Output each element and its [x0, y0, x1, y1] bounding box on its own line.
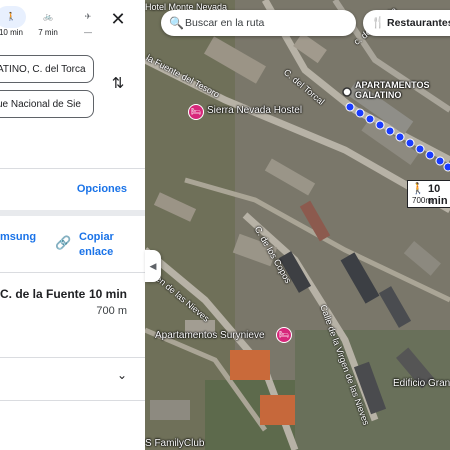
section-divider	[0, 210, 145, 216]
travel-mode-plane-time: —	[84, 28, 92, 37]
link-icon: 🔗	[55, 235, 72, 250]
poi-label-galatino[interactable]: APARTAMENTOS GALATINO	[355, 80, 445, 100]
poi-label-hostel[interactable]: Sierra Nevada Hostel	[207, 105, 302, 116]
poi-label-surynieve[interactable]: Apartamentos Surynieve	[155, 330, 265, 341]
hotel-icon[interactable]: 🛏	[276, 327, 292, 343]
plane-icon: ✈	[84, 12, 92, 21]
walk-icon: 🚶	[411, 183, 425, 195]
search-icon: 🔍	[169, 16, 184, 30]
swap-icon: ⇅	[111, 75, 125, 92]
search-along-route-input[interactable]: 🔍 Buscar en la ruta	[161, 10, 356, 36]
divider	[0, 272, 145, 273]
options-button[interactable]: Opciones	[77, 183, 127, 195]
restaurants-chip[interactable]: 🍴 Restaurantes	[363, 10, 450, 36]
destination-input[interactable]: ue Nacional de Sie	[0, 90, 94, 118]
hotel-icon[interactable]: 🛏	[188, 104, 204, 120]
collapse-panel-button[interactable]: ◀	[145, 250, 161, 282]
chevron-down-icon[interactable]: ⌄	[117, 368, 127, 382]
travel-mode-bike[interactable]: 🚲 7 min	[30, 6, 66, 46]
route-time: 10 min	[88, 287, 127, 301]
travel-mode-walk-time: 10 min	[0, 28, 23, 37]
walk-icon: 🚶	[0, 6, 26, 28]
poi-label-edificio[interactable]: Edificio Gran	[393, 378, 450, 389]
close-button[interactable]: ✕	[108, 10, 128, 30]
close-icon: ✕	[110, 9, 126, 29]
restaurants-chip-label: Restaurantes	[387, 17, 450, 29]
bike-icon: 🚲	[43, 12, 53, 21]
origin-input[interactable]: ATINO, C. del Torca	[0, 55, 94, 83]
route-distance: 700 m	[96, 305, 127, 317]
chevron-left-icon: ◀	[149, 261, 157, 271]
send-to-samsung-button[interactable]: msung	[0, 231, 36, 243]
travel-mode-plane[interactable]: ✈ —	[70, 6, 106, 46]
travel-mode-walk[interactable]: 🚶 10 min	[0, 6, 28, 46]
divider	[0, 357, 145, 358]
poi-label-family-club[interactable]: S FamilyClub	[145, 438, 204, 449]
map-view[interactable]: Hotel Monte Nevada la Fuente del Tesoro …	[145, 0, 450, 450]
copy-link-label: Copiar enlace	[79, 231, 114, 258]
travel-mode-bike-time: 7 min	[38, 28, 58, 37]
route-info-distance: 700m	[412, 196, 433, 205]
search-placeholder: Buscar en la ruta	[185, 17, 265, 29]
directions-panel: 🚶 10 min 🚲 7 min ✈ — ✕ ATINO, C. del Tor…	[0, 0, 145, 450]
fork-knife-icon: 🍴	[371, 17, 385, 29]
divider	[0, 400, 145, 401]
swap-button[interactable]: ⇅	[108, 74, 128, 94]
route-info-box[interactable]: 🚶 10 min 700m	[407, 180, 450, 208]
route-name: C. de la Fuente	[0, 287, 86, 301]
divider	[0, 168, 145, 169]
